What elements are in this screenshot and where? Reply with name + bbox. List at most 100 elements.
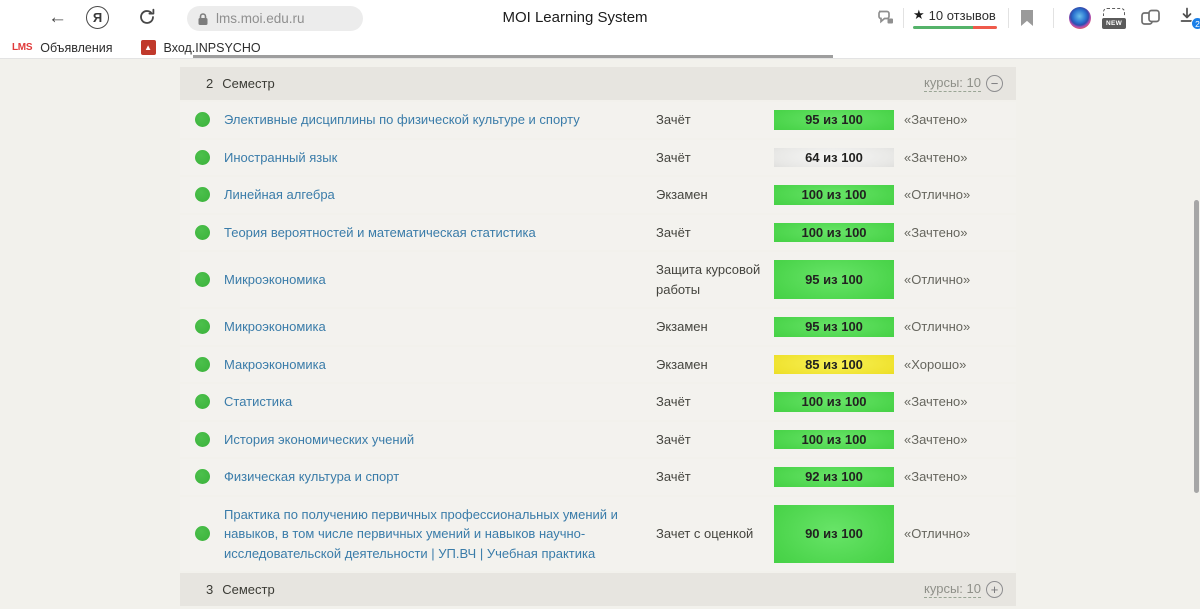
courses-collapse-toggle[interactable]: курсы: 10 −: [924, 75, 1003, 92]
lms-page: 2 Семестр курсы: 10 − Элективные дисципл…: [0, 59, 1200, 609]
downloads-button[interactable]: 2: [1178, 6, 1200, 30]
status-dot-icon: [195, 526, 210, 541]
semester-number: 3: [206, 582, 213, 597]
score-cell: 100 из 100: [774, 392, 894, 412]
status-cell: [180, 469, 224, 484]
refresh-button[interactable]: [137, 7, 157, 32]
course-cell: Макроэкономика: [224, 355, 656, 375]
browser-toolbar: ← Я lms.moi.edu.ru MOI Learning System ★…: [0, 0, 1200, 36]
courses-count-label: курсы: 10: [924, 75, 981, 92]
score-cell: 95 из 100: [774, 317, 894, 337]
status-cell: [180, 272, 224, 287]
score-badge: 95 из 100: [774, 317, 894, 337]
score-cell: 95 из 100: [774, 260, 894, 299]
status-cell: [180, 187, 224, 202]
score-badge: 90 из 100: [774, 505, 894, 564]
toolbar-separator: [1008, 8, 1009, 28]
course-link[interactable]: Микроэкономика: [224, 319, 326, 334]
courses-expand-toggle[interactable]: курсы: 10 +: [924, 581, 1003, 598]
grade-text: «Зачтено»: [894, 469, 1016, 484]
new-marquee-icon[interactable]: NEW: [1102, 8, 1126, 29]
status-cell: [180, 150, 224, 165]
score-cell: 92 из 100: [774, 467, 894, 487]
course-link[interactable]: Теория вероятностей и математическая ста…: [224, 225, 536, 240]
table-row: Линейная алгебраЭкзамен100 из 100«Отличн…: [180, 177, 1016, 213]
chat-button[interactable]: [876, 8, 896, 33]
course-link[interactable]: Микроэкономика: [224, 272, 326, 287]
score-badge: 100 из 100: [774, 430, 894, 450]
table-row: Теория вероятностей и математическая ста…: [180, 215, 1016, 251]
status-dot-icon: [195, 469, 210, 484]
score-badge: 95 из 100: [774, 110, 894, 130]
bookmark-item-inpsycho[interactable]: ▲ Вход.INPSYCHO: [141, 40, 261, 55]
table-row: История экономических учений Зачёт100 из …: [180, 422, 1016, 458]
assessment-type: Защита курсовой работы: [656, 260, 774, 299]
grade-text: «Зачтено»: [894, 225, 1016, 240]
semester-label: Семестр: [222, 76, 274, 91]
table-row: Практика по получению первичных професси…: [180, 497, 1016, 572]
table-row: Статистика Зачёт100 из 100«Зачтено»: [180, 384, 1016, 420]
status-cell: [180, 112, 224, 127]
course-link[interactable]: Практика по получению первичных професси…: [224, 507, 618, 561]
page-title: MOI Learning System: [440, 9, 710, 26]
semester-footer: 3 Семестр курсы: 10 +: [180, 573, 1016, 606]
back-button[interactable]: ←: [48, 8, 67, 27]
grade-text: «Зачтено»: [894, 112, 1016, 127]
assessment-type: Зачёт: [656, 430, 774, 450]
table-row: Иностранный языкЗачёт64 из 100«Зачтено»: [180, 140, 1016, 176]
assessment-type: Зачёт: [656, 467, 774, 487]
course-link[interactable]: Макроэкономика: [224, 357, 326, 372]
grade-text: «Отлично»: [894, 319, 1016, 334]
assessment-type: Зачёт: [656, 392, 774, 412]
bookmark-icon[interactable]: [1021, 10, 1033, 26]
assessment-type: Экзамен: [656, 185, 774, 205]
status-cell: [180, 526, 224, 541]
score-cell: 64 из 100: [774, 148, 894, 168]
grade-text: «Отлично»: [894, 272, 1016, 287]
vertical-scrollbar-thumb[interactable]: [1194, 200, 1199, 493]
course-link[interactable]: Линейная алгебра: [224, 187, 335, 202]
extension-circle-icon[interactable]: [1069, 7, 1091, 29]
rating-count-label: 10 отзывов: [929, 8, 996, 23]
yandex-logo-button[interactable]: Я: [86, 6, 109, 29]
grade-text: «Зачтено»: [894, 150, 1016, 165]
course-link[interactable]: История экономических учений: [224, 432, 414, 447]
score-badge: 92 из 100: [774, 467, 894, 487]
course-cell: Элективные дисциплины по физической куль…: [224, 110, 656, 130]
status-dot-icon: [195, 432, 210, 447]
semester-grades-table: 2 Семестр курсы: 10 − Элективные дисципл…: [180, 67, 1016, 606]
semester-header: 2 Семестр курсы: 10 −: [180, 67, 1016, 100]
course-cell: Статистика: [224, 392, 656, 412]
rows-list: Элективные дисциплины по физической куль…: [180, 100, 1016, 573]
toolbar-separator: [1053, 8, 1054, 28]
url-text: lms.moi.edu.ru: [216, 11, 305, 26]
score-badge: 85 из 100: [774, 355, 894, 375]
bookmark-item-lms[interactable]: LMS Объявления: [12, 41, 113, 55]
collections-button[interactable]: [1140, 8, 1162, 33]
score-cell: 95 из 100: [774, 110, 894, 130]
assessment-type: Зачёт: [656, 110, 774, 130]
table-row: Физическая культура и спорт Зачёт92 из 10…: [180, 459, 1016, 495]
plus-circle-icon: +: [986, 581, 1003, 598]
bookmark-label: Объявления: [40, 41, 112, 55]
address-bar[interactable]: lms.moi.edu.ru: [187, 6, 363, 31]
collections-icon: [1140, 8, 1162, 28]
score-badge: 64 из 100: [774, 148, 894, 168]
course-link[interactable]: Иностранный язык: [224, 150, 337, 165]
lock-icon: [197, 12, 209, 26]
course-cell: Микроэкономика: [224, 317, 656, 337]
course-link[interactable]: Элективные дисциплины по физической куль…: [224, 112, 580, 127]
chrome-divider-dark: [193, 55, 833, 58]
course-link[interactable]: Физическая культура и спорт: [224, 469, 399, 484]
score-badge: 95 из 100: [774, 260, 894, 299]
grade-text: «Зачтено»: [894, 394, 1016, 409]
status-cell: [180, 319, 224, 334]
assessment-type: Экзамен: [656, 317, 774, 337]
courses-count-label: курсы: 10: [924, 581, 981, 598]
new-badge-label: NEW: [1102, 18, 1126, 29]
bookmark-label: Вход.INPSYCHO: [164, 41, 261, 55]
course-cell: Линейная алгебра: [224, 185, 656, 205]
site-rating-widget[interactable]: ★ 10 отзывов: [913, 7, 997, 29]
course-link[interactable]: Статистика: [224, 394, 292, 409]
grade-text: «Хорошо»: [894, 357, 1016, 372]
